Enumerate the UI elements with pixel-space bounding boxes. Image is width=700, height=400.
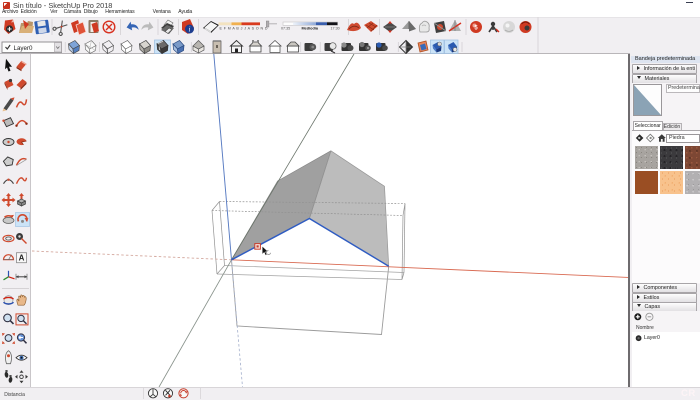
svg-text:i: i xyxy=(189,26,191,34)
svg-text:A: A xyxy=(19,254,25,263)
svg-text:Mediodía: Mediodía xyxy=(302,26,319,30)
svg-text:17:30: 17:30 xyxy=(331,26,340,30)
svg-text:E F M A B J J A S O N D: E F M A B J J A S O N D xyxy=(220,26,268,30)
svg-text:07:35: 07:35 xyxy=(281,26,290,30)
svg-text:Layer0: Layer0 xyxy=(14,45,33,52)
